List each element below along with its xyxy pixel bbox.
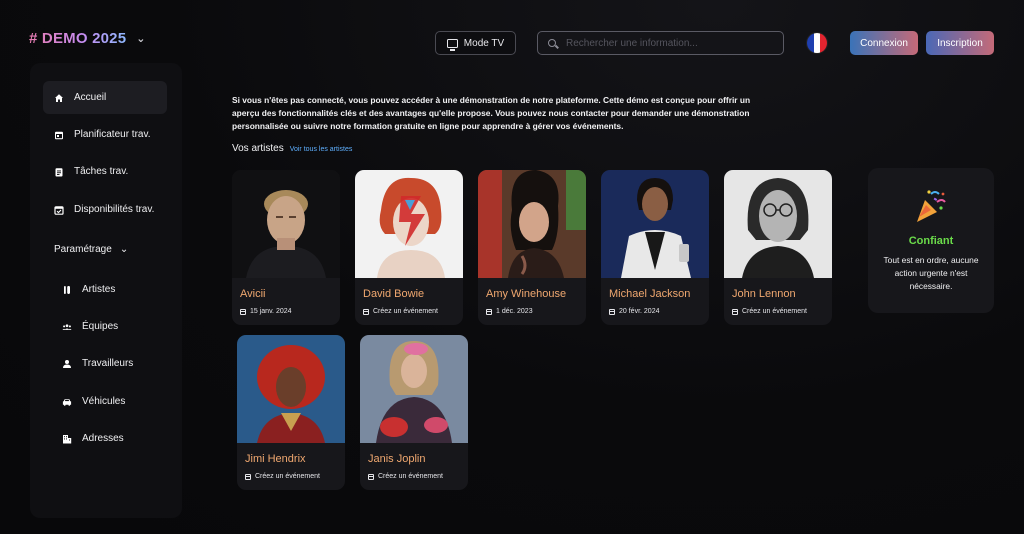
calendar-icon [54, 130, 64, 140]
artist-event-date: Créez un événement [732, 308, 807, 315]
artist-photo [232, 170, 340, 278]
event-date-text: Créez un événement [255, 473, 320, 480]
sidebar: Accueil Planificateur trav. Tâches trav.… [30, 63, 182, 518]
sidebar-item-label: Véhicules [82, 396, 126, 407]
group-icon [62, 322, 72, 332]
tv-mode-label: Mode TV [463, 37, 505, 49]
see-all-artists-link[interactable]: Voir tous les artistes [290, 146, 353, 153]
sidebar-item-label: Disponibilités trav. [74, 204, 155, 215]
search-input[interactable] [566, 37, 766, 49]
artist-name: John Lennon [732, 288, 796, 300]
artist-card-david-bowie[interactable]: David Bowie Créez un événement [355, 170, 463, 325]
sidebar-item-label: Accueil [74, 92, 107, 103]
guitar-icon [62, 285, 72, 295]
event-date-text: 20 févr. 2024 [619, 308, 660, 315]
brand-logo[interactable]: # DEMO 2025 ⌄ [29, 30, 146, 47]
artist-card-janis-joplin[interactable]: Janis Joplin Créez un événement [360, 335, 468, 490]
calendar-icon [486, 308, 492, 315]
sidebar-item-label: Équipes [82, 321, 119, 332]
car-icon [62, 397, 72, 407]
artist-photo [478, 170, 586, 278]
artist-photo [355, 170, 463, 278]
calendar-icon [368, 473, 374, 480]
person-icon [62, 359, 72, 369]
artist-photo [724, 170, 832, 278]
chevron-down-icon: ⌄ [119, 244, 129, 255]
sidebar-item-artistes[interactable]: Artistes [52, 273, 167, 306]
calendar-icon [609, 308, 615, 315]
artist-name: Michael Jackson [609, 288, 691, 300]
search-icon [548, 39, 556, 47]
clipboard-icon [54, 167, 64, 177]
sidebar-item-label: Planificateur trav. [74, 129, 151, 140]
signup-button[interactable]: Inscription [926, 31, 994, 55]
artist-name: David Bowie [363, 288, 425, 300]
tv-icon [446, 38, 458, 51]
building-icon [62, 434, 72, 444]
calendar-icon [245, 473, 251, 480]
event-date-text: Créez un événement [742, 308, 807, 315]
artist-card-jimi-hendrix[interactable]: Jimi Hendrix Créez un événement [237, 335, 345, 490]
status-text: Tout est en ordre, aucune action urgente… [883, 255, 979, 291]
settings-toggle[interactable]: Paramétrage ⌄ [43, 233, 167, 266]
home-icon [54, 93, 64, 103]
artists-section-header: Vos artistes Voir tous les artistes [232, 143, 352, 154]
login-button[interactable]: Connexion [850, 31, 918, 55]
party-popper-icon [915, 188, 947, 224]
artist-card-michael-jackson[interactable]: Michael Jackson 20 févr. 2024 [601, 170, 709, 325]
calendar-check-icon [54, 205, 64, 215]
search-bar[interactable] [537, 31, 784, 55]
artist-photo [360, 335, 468, 443]
language-flag-icon[interactable] [806, 32, 828, 54]
sidebar-item-adresses[interactable]: Adresses [52, 422, 167, 455]
sidebar-item-label: Tâches trav. [74, 166, 129, 177]
event-date-text: Créez un événement [373, 308, 438, 315]
chevron-down-icon[interactable]: ⌄ [136, 32, 145, 45]
intro-text: Si vous n'êtes pas connecté, vous pouvez… [232, 95, 751, 131]
settings-label: Paramétrage [54, 244, 112, 255]
artists-title: Vos artistes [232, 143, 284, 154]
artist-event-date: 15 janv. 2024 [240, 308, 292, 315]
artist-event-date: 1 déc. 2023 [486, 308, 533, 315]
sidebar-item-taches[interactable]: Tâches trav. [43, 155, 167, 188]
artist-name: Amy Winehouse [486, 288, 567, 300]
artist-event-date: Créez un événement [363, 308, 438, 315]
artist-name: Avicii [240, 288, 266, 300]
sidebar-item-vehicules[interactable]: Véhicules [52, 385, 167, 418]
event-date-text: 1 déc. 2023 [496, 308, 533, 315]
event-date-text: Créez un événement [378, 473, 443, 480]
sidebar-item-travailleurs[interactable]: Travailleurs [52, 347, 167, 380]
artist-name: Jimi Hendrix [245, 453, 306, 465]
calendar-icon [732, 308, 738, 315]
artist-card-amy-winehouse[interactable]: Amy Winehouse 1 déc. 2023 [478, 170, 586, 325]
artist-event-date: Créez un événement [245, 473, 320, 480]
artist-photo [601, 170, 709, 278]
artist-event-date: 20 févr. 2024 [609, 308, 659, 315]
sidebar-item-label: Adresses [82, 433, 124, 444]
event-date-text: 15 janv. 2024 [250, 308, 292, 315]
status-card: Confiant Tout est en ordre, aucune actio… [868, 168, 994, 313]
artist-card-avicii[interactable]: Avicii 15 janv. 2024 [232, 170, 340, 325]
tv-mode-button[interactable]: Mode TV [435, 31, 516, 55]
sidebar-item-disponibilites[interactable]: Disponibilités trav. [43, 193, 167, 226]
sidebar-item-planificateur[interactable]: Planificateur trav. [43, 118, 167, 151]
status-title: Confiant [908, 235, 954, 247]
artist-photo [237, 335, 345, 443]
artist-name: Janis Joplin [368, 453, 426, 465]
calendar-icon [240, 308, 246, 315]
brand-name: # DEMO 2025 [29, 30, 127, 47]
artist-card-john-lennon[interactable]: John Lennon Créez un événement [724, 170, 832, 325]
sidebar-item-label: Travailleurs [82, 358, 134, 369]
sidebar-item-equipes[interactable]: Équipes [52, 310, 167, 343]
calendar-icon [363, 308, 369, 315]
sidebar-item-label: Artistes [82, 284, 116, 295]
sidebar-item-accueil[interactable]: Accueil [43, 81, 167, 114]
artist-event-date: Créez un événement [368, 473, 443, 480]
